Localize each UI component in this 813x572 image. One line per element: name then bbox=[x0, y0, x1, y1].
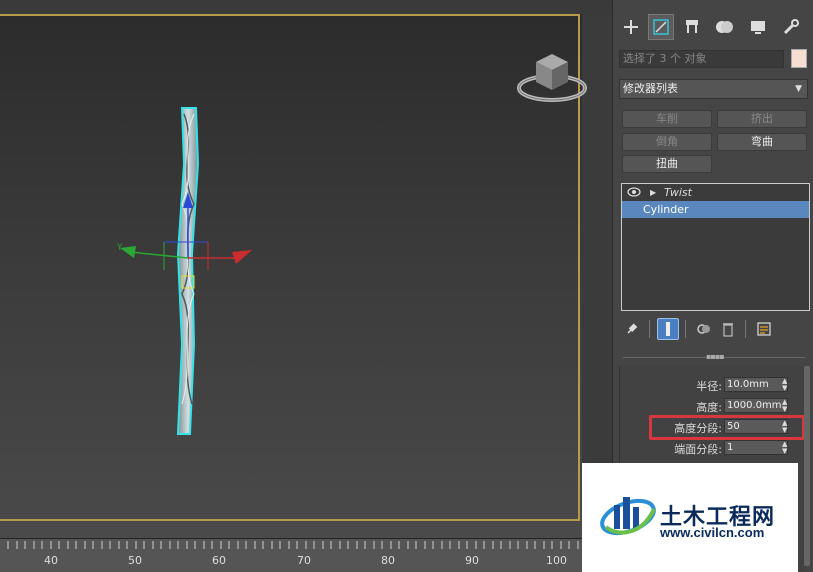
cap-segments-spinner[interactable]: ▲ ▼ bbox=[782, 441, 787, 455]
perspective-viewport[interactable]: Y X bbox=[0, 0, 612, 538]
tick-label: 50 bbox=[128, 554, 142, 567]
pin-icon bbox=[627, 323, 638, 334]
object-color-swatch[interactable] bbox=[791, 49, 807, 68]
tick-label: 80 bbox=[381, 554, 395, 567]
configure-icon bbox=[757, 322, 771, 336]
configure-modifier-sets-button[interactable] bbox=[753, 318, 775, 340]
motion-tab[interactable] bbox=[711, 14, 737, 40]
modify-icon bbox=[653, 19, 669, 35]
axis-x-label: X bbox=[232, 252, 239, 262]
display-icon bbox=[751, 21, 765, 34]
height-spinner[interactable]: ▲ ▼ bbox=[782, 399, 787, 413]
radius-label: 半径: bbox=[696, 380, 722, 393]
create-icon bbox=[624, 20, 638, 34]
viewcube-icon[interactable] bbox=[516, 48, 588, 110]
tick-label: 90 bbox=[465, 554, 479, 567]
lathe-button[interactable]: 车削 bbox=[622, 110, 712, 128]
tick-label: 60 bbox=[212, 554, 226, 567]
cap-segments-field[interactable]: 1 bbox=[724, 440, 788, 455]
hierarchy-icon bbox=[686, 20, 698, 33]
watermark-url: www.civilcn.com bbox=[660, 525, 765, 540]
pin-stack-button[interactable] bbox=[621, 318, 643, 340]
modifier-list-label: 修改器列表 bbox=[623, 82, 678, 95]
trash-icon bbox=[723, 323, 733, 337]
selection-name-field[interactable]: 选择了 3 个 对象 bbox=[619, 50, 784, 68]
panel-scrollbar[interactable] bbox=[804, 366, 810, 566]
tick-label: 40 bbox=[44, 554, 58, 567]
expand-triangle-icon[interactable]: ▶ bbox=[650, 184, 656, 201]
height-field[interactable]: 1000.0mm bbox=[724, 398, 788, 413]
extrude-button[interactable]: 挤出 bbox=[717, 110, 807, 128]
show-end-result-button[interactable] bbox=[657, 318, 679, 340]
create-tab[interactable] bbox=[618, 14, 644, 40]
radius-field[interactable]: 10.0mm bbox=[724, 377, 788, 392]
modifier-list-dropdown[interactable]: 修改器列表 ▼ bbox=[619, 79, 808, 99]
ruler-ticks bbox=[7, 541, 579, 549]
tick-label: 100 bbox=[546, 554, 567, 567]
transform-gizmo[interactable] bbox=[112, 186, 262, 296]
stack-item-twist[interactable]: ▶ Twist bbox=[622, 184, 809, 201]
separator bbox=[649, 320, 650, 338]
separator bbox=[685, 320, 686, 338]
time-slider-ruler[interactable]: 40 50 60 70 80 90 100 bbox=[0, 538, 612, 572]
cap-segments-label: 端面分段: bbox=[674, 443, 722, 456]
display-tab[interactable] bbox=[745, 14, 771, 40]
annotation-highlight-box bbox=[649, 415, 805, 440]
drag-handle-icon[interactable]: ▪▪▪▪ bbox=[706, 352, 725, 361]
radius-spinner[interactable]: ▲ ▼ bbox=[782, 378, 787, 392]
eye-icon[interactable] bbox=[627, 186, 641, 198]
stack-item-twist-label: Twist bbox=[664, 186, 692, 199]
tick-label: 70 bbox=[297, 554, 311, 567]
remove-modifier-button[interactable] bbox=[717, 318, 739, 340]
watermark-logo bbox=[600, 497, 656, 536]
modify-tab[interactable] bbox=[648, 14, 674, 40]
modifier-stack: ▶ Twist Cylinder bbox=[621, 183, 810, 311]
bend-button[interactable]: 弯曲 bbox=[717, 133, 807, 151]
end-result-icon bbox=[666, 322, 670, 336]
utilities-icon bbox=[783, 19, 799, 35]
make-unique-button[interactable] bbox=[693, 318, 715, 340]
make-unique-icon bbox=[697, 324, 710, 334]
watermark: 土木工程网 www.civilcn.com bbox=[582, 463, 798, 572]
stack-item-cylinder[interactable]: Cylinder bbox=[622, 201, 809, 218]
height-label: 高度: bbox=[696, 401, 722, 414]
viewport-top-bar bbox=[0, 0, 612, 14]
active-viewport-border bbox=[0, 14, 580, 521]
hierarchy-tab[interactable] bbox=[679, 14, 705, 40]
separator bbox=[745, 320, 746, 338]
stack-toolbar bbox=[621, 318, 811, 340]
chamfer-button[interactable]: 倒角 bbox=[622, 133, 712, 151]
utilities-tab[interactable] bbox=[778, 14, 804, 40]
stack-item-cylinder-label: Cylinder bbox=[643, 203, 689, 216]
axis-y-label: Y bbox=[117, 243, 123, 253]
motion-icon bbox=[716, 21, 733, 33]
chevron-down-icon: ▼ bbox=[795, 84, 802, 94]
twist-button[interactable]: 扭曲 bbox=[622, 155, 712, 173]
